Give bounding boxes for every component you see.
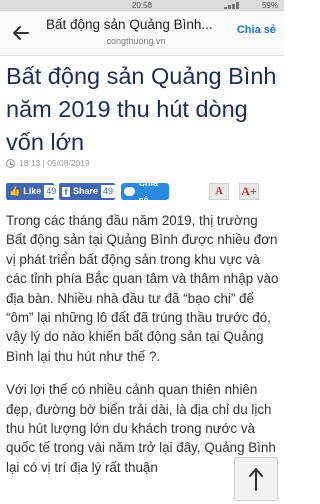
zalo-share-button[interactable]: Chia sẻ xyxy=(121,178,169,205)
zalo-icon xyxy=(124,187,136,196)
signal-icon xyxy=(224,2,242,9)
font-decrease-button[interactable]: A xyxy=(209,183,229,200)
clock-icon xyxy=(6,158,15,168)
site-domain: congthuong.vn xyxy=(106,36,166,46)
like-label: Like xyxy=(23,186,42,196)
status-bar: 20:58 59% xyxy=(0,0,284,11)
back-button[interactable] xyxy=(8,20,34,46)
article-headline: Bất động sản Quảng Bình năm 2019 thu hút… xyxy=(6,63,277,155)
share-button[interactable]: Chia sẻ xyxy=(237,24,276,36)
page-title: Bất động sản Quảng Bình... xyxy=(46,17,213,32)
facebook-icon: f xyxy=(62,186,70,197)
zalo-label: Chia sẻ xyxy=(138,177,158,205)
arrow-up-icon xyxy=(249,468,263,491)
battery-level: 59% xyxy=(261,1,278,10)
font-increase-button[interactable]: A+ xyxy=(239,183,259,200)
article-meta: 18:13 | 05/08/2019 xyxy=(6,158,90,168)
facebook-share-button[interactable]: f Share 49 xyxy=(59,183,115,200)
share-count: 49 xyxy=(100,185,115,198)
thumbs-up-icon: 👍 xyxy=(9,186,21,196)
paragraph: Trong các tháng đầu năm 2019, thị trường… xyxy=(6,213,279,364)
scroll-to-top-button[interactable] xyxy=(234,457,278,501)
arrow-left-icon xyxy=(13,26,29,40)
article-timestamp: 18:13 | 05/08/2019 xyxy=(19,158,90,168)
article-body: Trong các tháng đầu năm 2019, thị trường… xyxy=(6,211,280,491)
share-label: Share xyxy=(72,186,98,196)
app-bar: Bất động sản Quảng Bình... congthuong.vn… xyxy=(0,11,284,56)
facebook-like-button[interactable]: 👍 Like 49 xyxy=(6,183,59,200)
like-count: 49 xyxy=(44,185,59,198)
